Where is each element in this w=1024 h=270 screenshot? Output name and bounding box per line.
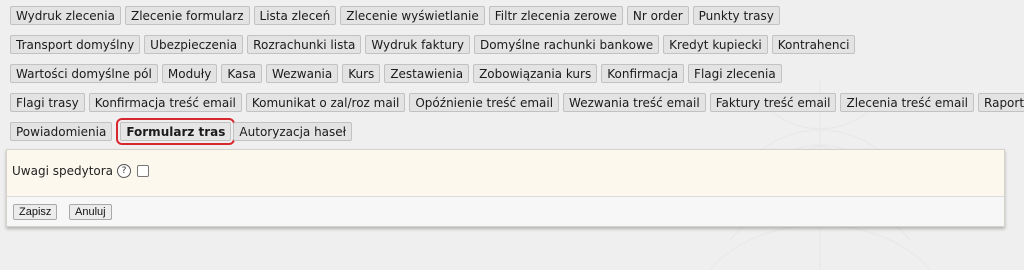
cancel-button[interactable]: Anuluj <box>69 204 112 220</box>
tab-zlecenia-tresc-email[interactable]: Zlecenia treść email <box>840 93 975 112</box>
tab-powiadomienia[interactable]: Powiadomienia <box>10 122 113 141</box>
tab-kredyt-kupiecki[interactable]: Kredyt kupiecki <box>663 35 768 54</box>
tab-konfirmacja[interactable]: Konfirmacja <box>601 64 685 83</box>
tab-kontrahenci[interactable]: Kontrahenci <box>771 35 856 54</box>
tab-zobowiazania-kurs[interactable]: Zobowiązania kurs <box>473 64 598 83</box>
tab-kasa[interactable]: Kasa <box>221 64 262 83</box>
help-icon[interactable]: ? <box>117 164 132 178</box>
tab-wydruk-faktury[interactable]: Wydruk faktury <box>365 35 470 54</box>
tab-konfirmacja-tresc-email[interactable]: Konfirmacja treść email <box>88 93 242 112</box>
tab-wartosci-domyslne-pol[interactable]: Wartości domyślne pól <box>10 64 158 83</box>
tab-wydruk-zlecenia[interactable]: Wydruk zlecenia <box>10 6 121 25</box>
tabs-row-3: Wartości domyślne pól Moduły Kasa Wezwan… <box>10 64 782 83</box>
tab-domyslne-rachunki-bankowe[interactable]: Domyślne rachunki bankowe <box>473 35 660 54</box>
field-uwagi-spedytora: Uwagi spedytora ? <box>12 164 150 178</box>
tab-faktury-tresc-email[interactable]: Faktury treść email <box>709 93 837 112</box>
tab-zestawienia[interactable]: Zestawienia <box>384 64 470 83</box>
tab-autoryzacja-hasel[interactable]: Autoryzacja haseł <box>233 122 353 141</box>
settings-panel: Uwagi spedytora ? Zapisz Anuluj <box>6 149 1005 227</box>
tab-wezwania-tresc-email[interactable]: Wezwania treść email <box>563 93 706 112</box>
tab-flagi-trasy[interactable]: Flagi trasy <box>10 93 85 112</box>
tab-lista-zlecen[interactable]: Lista zleceń <box>253 6 337 25</box>
tab-opoznienie-tresc-email[interactable]: Opóźnienie treść email <box>409 93 560 112</box>
save-button[interactable]: Zapisz <box>13 204 58 220</box>
tabs-row-5: Powiadomienia Formularz tras Autoryzacja… <box>10 118 353 145</box>
tab-zlecenie-formularz[interactable]: Zlecenie formularz <box>124 6 250 25</box>
field-label: Uwagi spedytora <box>12 164 114 178</box>
tabs-row-4: Flagi trasy Konfirmacja treść email Komu… <box>10 93 1024 112</box>
tab-kurs[interactable]: Kurs <box>342 64 381 83</box>
panel-footer: Zapisz Anuluj <box>7 196 1004 226</box>
tab-transport-domyslny[interactable]: Transport domyślny <box>10 35 141 54</box>
tab-flagi-zlecenia[interactable]: Flagi zlecenia <box>688 64 782 83</box>
tabs-row-1: Wydruk zlecenia Zlecenie formularz Lista… <box>10 6 780 25</box>
tab-filtr-zlecenia-zerowe[interactable]: Filtr zlecenia zerowe <box>488 6 623 25</box>
tab-rozrachunki-lista[interactable]: Rozrachunki lista <box>247 35 362 54</box>
tab-raport-dla-sp[interactable]: Raport dla sp <box>978 93 1024 112</box>
tab-zlecenie-wyswietlanie[interactable]: Zlecenie wyświetlanie <box>340 6 485 25</box>
tab-formularz-tras[interactable]: Formularz tras <box>116 118 236 145</box>
tab-ubezpieczenia[interactable]: Ubezpieczenia <box>144 35 244 54</box>
uwagi-spedytora-checkbox[interactable] <box>137 165 150 177</box>
tab-moduly[interactable]: Moduły <box>161 64 218 83</box>
tabs-row-2: Transport domyślny Ubezpieczenia Rozrach… <box>10 35 856 54</box>
tab-punkty-trasy[interactable]: Punkty trasy <box>692 6 780 25</box>
tab-nr-order[interactable]: Nr order <box>626 6 689 25</box>
tab-komunikat-zal-roz-mail[interactable]: Komunikat o zal/roz mail <box>245 93 406 112</box>
tab-wezwania[interactable]: Wezwania <box>265 64 339 83</box>
